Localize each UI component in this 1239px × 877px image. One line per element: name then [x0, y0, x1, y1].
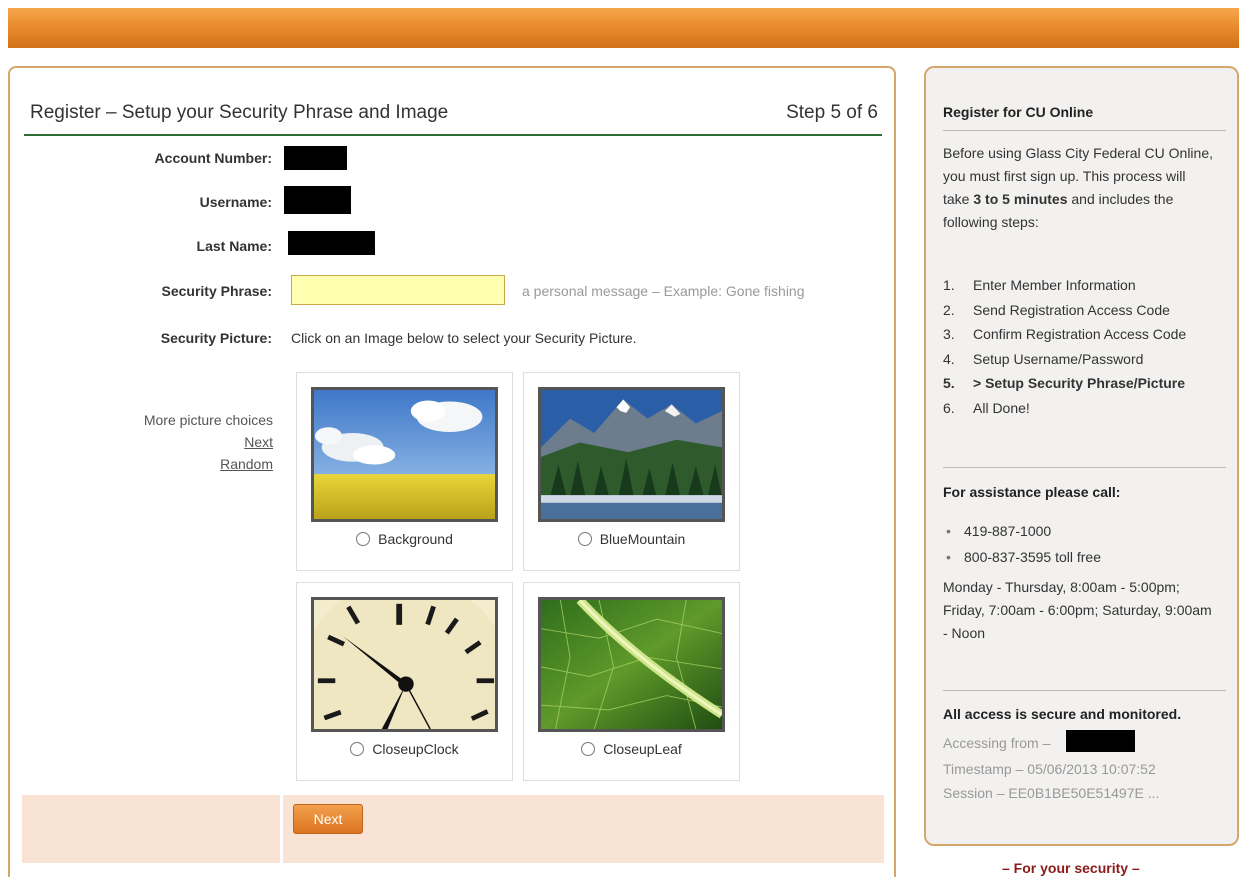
picture-card-background[interactable]: Background — [296, 372, 513, 571]
sidebar-divider — [943, 130, 1226, 131]
security-phrase-input[interactable] — [291, 275, 505, 305]
radio-background[interactable] — [356, 532, 371, 546]
step-item: 4. Setup Username/Password — [943, 347, 1186, 372]
phone-list: • 419-887-1000 • 800-837-3595 toll free — [946, 518, 1101, 570]
step-number: 4. — [943, 350, 955, 367]
username-label: Username: — [199, 194, 272, 210]
session-id: Session – EE0B1BE50E51497E ... — [943, 785, 1160, 801]
sidebar-divider — [943, 467, 1226, 468]
sidebar-divider — [943, 690, 1226, 691]
step-number: 3. — [943, 326, 955, 342]
more-picture-choices: More picture choices Next Random — [110, 409, 273, 475]
more-choices-random-link[interactable]: Random — [110, 453, 273, 475]
step-label: Confirm Registration Access Code — [973, 326, 1187, 342]
accessing-from-label: Accessing from – — [943, 735, 1051, 751]
step-label: Enter Member Information — [973, 277, 1136, 293]
username-redacted — [284, 186, 351, 214]
security-phrase-hint: a personal message – Example: Gone fishi… — [522, 283, 805, 299]
step-label: Send Registration Access Code — [973, 301, 1170, 318]
picture-card-bluemountain[interactable]: BlueMountain — [523, 372, 740, 571]
step-label: > Setup Security Phrase/Picture — [973, 375, 1186, 391]
action-row-right: Next — [283, 795, 884, 863]
picture-option-closeupleaf[interactable]: CloseupLeaf — [524, 741, 739, 757]
picture-card-closeupclock[interactable]: CloseupClock — [296, 582, 513, 781]
intro-text-bold: 3 to 5 minutes — [973, 191, 1068, 207]
leaf-image[interactable] — [538, 597, 725, 732]
clock-image[interactable] — [311, 597, 498, 732]
ip-address-redacted — [1066, 730, 1135, 752]
security-picture-label: Security Picture: — [160, 330, 272, 346]
phone-number: 800-837-3595 toll free — [964, 549, 1101, 565]
picture-label-closeupleaf: CloseupLeaf — [603, 741, 682, 757]
picture-label-bluemountain: BlueMountain — [599, 531, 686, 547]
picture-option-bluemountain[interactable]: BlueMountain — [524, 531, 739, 547]
step-number: 6. — [943, 399, 955, 416]
picture-label-background: Background — [378, 531, 453, 547]
step-item-current: 5. > Setup Security Phrase/Picture — [943, 371, 1186, 396]
phone-number: 419-887-1000 — [964, 523, 1052, 539]
last-name-redacted — [288, 231, 375, 255]
step-number: 1. — [943, 277, 955, 293]
top-banner — [8, 8, 1239, 48]
bullet-icon: • — [946, 549, 951, 565]
office-hours: Monday - Thursday, 8:00am - 5:00pm; Frid… — [943, 579, 1212, 641]
step-item: 1. Enter Member Information — [943, 273, 1186, 298]
panel-header: Register – Setup your Security Phrase an… — [24, 94, 882, 136]
picture-label-closeupclock: CloseupClock — [372, 741, 459, 757]
step-label: Setup Username/Password — [973, 350, 1144, 367]
account-number-label: Account Number: — [154, 150, 272, 166]
more-choices-next-link[interactable]: Next — [110, 431, 273, 453]
step-item: 3. Confirm Registration Access Code — [943, 322, 1186, 347]
page-title: Register – Setup your Security Phrase an… — [30, 102, 449, 123]
bullet-icon: • — [946, 523, 951, 539]
security-phrase-label: Security Phrase: — [161, 283, 273, 299]
action-row: Next — [22, 795, 884, 863]
session-timestamp: Timestamp – 05/06/2013 10:07:52 — [943, 761, 1156, 777]
assistance-heading: For assistance please call: — [943, 484, 1121, 500]
radio-closeupleaf[interactable] — [581, 742, 596, 756]
action-row-left — [22, 795, 280, 863]
step-indicator: Step 5 of 6 — [786, 102, 878, 123]
secure-heading: All access is secure and monitored. — [943, 706, 1182, 722]
step-number: 5. — [943, 375, 955, 391]
step-number: 2. — [943, 301, 955, 318]
step-label: All Done! — [973, 399, 1030, 416]
phone-item: • 419-887-1000 — [946, 518, 1101, 544]
phone-item: • 800-837-3595 toll free — [946, 544, 1101, 570]
step-item: 6. All Done! — [943, 396, 1186, 421]
radio-closeupclock[interactable] — [350, 742, 365, 756]
last-name-label: Last Name: — [196, 238, 272, 254]
sky-field-image[interactable] — [311, 387, 498, 522]
picture-option-closeupclock[interactable]: CloseupClock — [297, 741, 512, 757]
registration-steps-list: 1. Enter Member Information 2. Send Regist… — [943, 273, 1186, 420]
sidebar-panel: Register for CU Online Before using Glas… — [924, 66, 1239, 846]
radio-bluemountain[interactable] — [577, 532, 592, 546]
step-item: 2. Send Registration Access Code — [943, 298, 1186, 323]
mountain-image[interactable] — [538, 387, 725, 522]
account-number-redacted — [284, 146, 347, 170]
registration-panel: Register – Setup your Security Phrase an… — [8, 66, 896, 877]
security-picture-instruction: Click on an Image below to select your S… — [291, 330, 637, 346]
next-button[interactable]: Next — [293, 804, 363, 834]
register-intro: Before using Glass City Federal CU Onlin… — [943, 142, 1213, 234]
security-footer-link[interactable]: – For your security – — [1002, 860, 1140, 876]
more-choices-label: More picture choices — [143, 412, 273, 428]
picture-card-closeupleaf[interactable]: CloseupLeaf — [523, 582, 740, 781]
picture-option-background[interactable]: Background — [297, 531, 512, 547]
register-heading: Register for CU Online — [943, 104, 1094, 120]
